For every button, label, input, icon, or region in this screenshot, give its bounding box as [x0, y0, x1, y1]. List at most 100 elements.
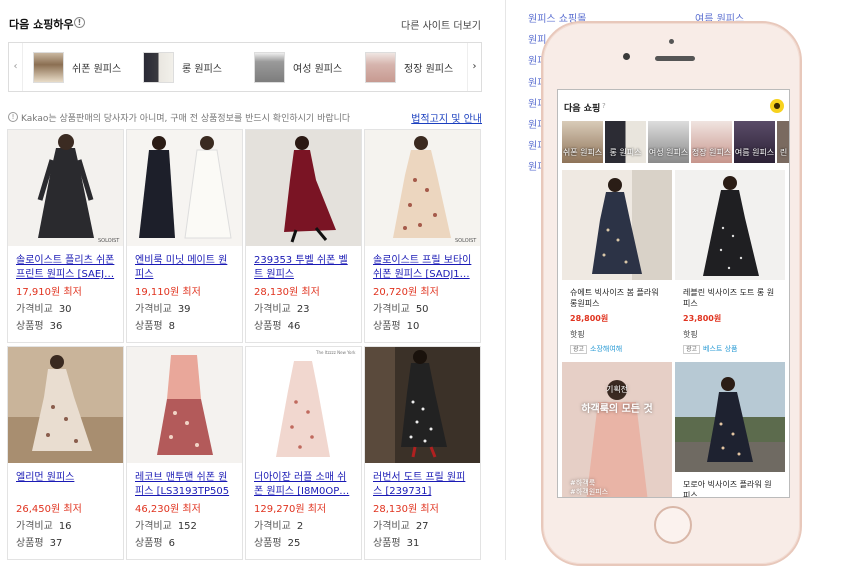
mobile-product-image[interactable] [562, 170, 672, 280]
category-chiffon[interactable]: 쉬폰 원피스 [33, 52, 121, 83]
promo-hashtag: #하객원피스 [570, 488, 609, 496]
mobile-category[interactable]: 정장 원피스 [691, 121, 732, 163]
prev-arrow-icon[interactable]: ‹ [9, 43, 23, 91]
compare-count: 27 [415, 521, 429, 532]
product-image[interactable]: SOLOIST [365, 130, 480, 246]
product-image[interactable]: The Itzzzz New York [246, 347, 361, 463]
shopping-header: 다음 쇼핑하우 ! 다른 사이트 더보기 [9, 14, 481, 34]
product-price: 28,130원 최저 [254, 287, 320, 298]
compare-count: 30 [58, 304, 72, 315]
product-name[interactable]: 엔비룩 미닛 메이트 원피스 [135, 254, 234, 282]
review-row: 상품평 6 [135, 534, 234, 549]
product-name[interactable]: 솔로이스트 프릴 보타이 쉬폰 원피스 [SADJ1… [373, 254, 472, 282]
category-thumbnail [33, 52, 64, 83]
next-arrow-icon[interactable]: › [467, 43, 481, 91]
category-women[interactable]: 여성 원피스 [254, 52, 342, 83]
category-formal[interactable]: 정장 원피스 [365, 52, 453, 83]
mobile-product-name[interactable]: 모로아 빅사이즈 플라워 원피스 [683, 479, 777, 497]
review-label: 상품평 [16, 538, 44, 549]
review-label: 상품평 [16, 321, 44, 332]
mobile-category-label: 롱 원피스 [609, 148, 642, 157]
review-row: 상품평 37 [16, 534, 115, 549]
ad-badge: 광고 [683, 345, 701, 354]
product-name[interactable]: 러번서 도트 프릴 원피스 [239731] [373, 471, 472, 499]
product-name[interactable]: 더아이잗 러플 소매 쉬폰 원피스 [I8M0OP… [254, 471, 353, 499]
mobile-product-name[interactable]: 슈에트 빅사이즈 봄 플라워 롱원피스 [570, 287, 664, 309]
legal-link[interactable]: 법적고지 및 안내 [411, 110, 482, 125]
product-image[interactable] [127, 347, 242, 463]
mobile-category[interactable]: 롱 원피스 [605, 121, 646, 163]
ad-badge: 광고 [570, 345, 588, 354]
mobile-ad-tag: 광고 베스트 상품 [683, 344, 777, 354]
review-label: 상품평 [254, 538, 282, 549]
review-row: 상품평 25 [254, 534, 353, 549]
review-label: 상품평 [373, 321, 401, 332]
review-count: 25 [287, 538, 301, 549]
product-card[interactable]: 239353 투벨 쉬폰 벨트 원피스 28,130원 최저 가격비교 23 상품… [245, 129, 362, 343]
mobile-category[interactable]: 여름 원피스 [734, 121, 775, 163]
mobile-promo-card[interactable]: 기획전 하객룩의 모든 것 #하객룩 #하객원피스 [562, 362, 672, 497]
watermark: The Itzzzz New York [315, 350, 356, 355]
mobile-category[interactable]: 여성 원피스 [648, 121, 689, 163]
review-label: 상품평 [373, 538, 401, 549]
mobile-title: 다음 쇼핑 [564, 104, 601, 114]
mobile-product-card[interactable]: 모로아 빅사이즈 플라워 원피스 [675, 362, 785, 497]
review-count: 36 [49, 321, 63, 332]
product-card[interactable]: 레코브 맨투맨 쉬폰 원피스 [LS3193TP505S] 46,230원 최저… [126, 346, 243, 560]
home-button[interactable] [654, 506, 692, 544]
product-card[interactable]: SOLOIST 솔로이스트 프릴 보타이 쉬폰 원피스 [SADJ1… 20,7… [364, 129, 481, 343]
product-price: 20,720원 최저 [373, 287, 439, 298]
mobile-product-card[interactable]: 슈에트 빅사이즈 봄 플라워 롱원피스 28,800원 핫핑 광고 소장해여해 [562, 170, 672, 354]
product-image[interactable]: SOLOIST [8, 130, 123, 246]
phone-mockup: 다음 쇼핑 ? ● 쉬폰 원피스 롱 원피스 여성 원피스 정장 원피스 여름 … [541, 21, 802, 566]
compare-row: 가격비교 23 [254, 300, 353, 315]
category-thumbnail [143, 52, 174, 83]
mobile-category-strip: 쉬폰 원피스 롱 원피스 여성 원피스 정장 원피스 여름 원피스 린 [562, 121, 789, 163]
category-thumbnail [254, 52, 285, 83]
mobile-category[interactable]: 린 [777, 121, 789, 163]
compare-label: 가격비교 [254, 304, 291, 315]
compare-row: 가격비교 2 [254, 517, 353, 532]
compare-count: 23 [296, 304, 310, 315]
product-card[interactable]: The Itzzzz New York 더아이잗 러플 소매 쉬폰 원피스 [I… [245, 346, 362, 560]
compare-label: 가격비교 [135, 304, 172, 315]
notice-text: Kakao는 상품판매의 당사자가 아니며, 구매 전 상품정보를 반드시 확인… [21, 114, 351, 124]
product-image[interactable] [246, 130, 361, 246]
mobile-product-name[interactable]: 레블린 빅사이즈 도트 롱 원피스 [683, 287, 777, 309]
product-card[interactable]: 엔비룩 미닛 메이트 원피스 19,110원 최저 가격비교 39 상품평 8 [126, 129, 243, 343]
product-card[interactable]: 엘리먼 원피스 26,450원 최저 가격비교 16 상품평 37 [7, 346, 124, 560]
product-image[interactable] [127, 130, 242, 246]
mobile-product-image[interactable] [675, 362, 785, 472]
mobile-category-label: 여성 원피스 [648, 148, 689, 157]
product-card[interactable]: SOLOIST 솔로이스트 플리츠 쉬폰 프린트 원피스 [SAEJ… 17,9… [7, 129, 124, 343]
compare-count: 152 [177, 521, 197, 532]
compare-row: 가격비교 30 [16, 300, 115, 315]
more-sites-link[interactable]: 다른 사이트 더보기 [401, 17, 481, 32]
product-name[interactable]: 239353 투벨 쉬폰 벨트 원피스 [254, 254, 353, 282]
compare-count: 16 [58, 521, 72, 532]
review-count: 31 [406, 538, 420, 549]
product-price: 28,130원 최저 [373, 504, 439, 515]
category-label: 여성 원피스 [293, 64, 343, 75]
category-long[interactable]: 롱 원피스 [143, 52, 222, 83]
category-thumbnail [365, 52, 396, 83]
review-label: 상품평 [254, 321, 282, 332]
watermark: SOLOIST [455, 238, 477, 244]
mobile-product-image[interactable] [675, 170, 785, 280]
product-card[interactable]: 러번서 도트 프릴 원피스 [239731] 28,130원 최저 가격비교 27… [364, 346, 481, 560]
product-name[interactable]: 레코브 맨투맨 쉬폰 원피스 [LS3193TP505S] [135, 471, 234, 499]
promo-headline: 하객룩의 모든 것 [581, 404, 653, 415]
mobile-category-label: 린 [779, 148, 788, 157]
mobile-category[interactable]: 쉬폰 원피스 [562, 121, 603, 163]
product-image[interactable] [365, 347, 480, 463]
kakao-talk-icon[interactable]: ● [770, 99, 784, 113]
product-image[interactable] [8, 347, 123, 463]
product-name[interactable]: 엘리먼 원피스 [16, 471, 115, 499]
info-icon[interactable]: ! [74, 17, 85, 28]
product-price: 19,110원 최저 [135, 287, 201, 298]
review-row: 상품평 8 [135, 317, 234, 332]
mobile-product-card[interactable]: 레블린 빅사이즈 도트 롱 원피스 23,800원 핫핑 광고 베스트 상품 [675, 170, 785, 354]
help-icon[interactable]: ? [602, 102, 606, 110]
product-name[interactable]: 솔로이스트 플리츠 쉬폰 프린트 원피스 [SAEJ… [16, 254, 115, 282]
category-label: 정장 원피스 [404, 64, 454, 75]
